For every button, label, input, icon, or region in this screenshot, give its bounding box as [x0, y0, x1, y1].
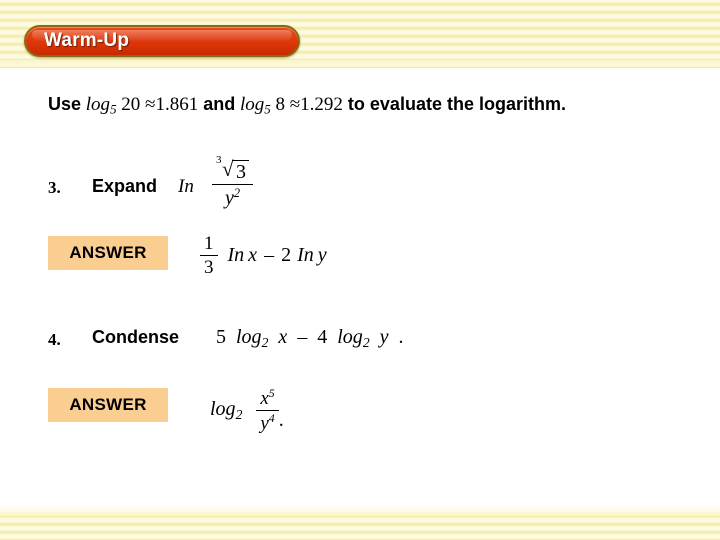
- problem-4-var-2: y: [379, 326, 389, 348]
- top-band-fade: [0, 60, 720, 70]
- problem-4-number: 4.: [48, 330, 61, 349]
- prompt-log-1: log5: [85, 94, 117, 117]
- problem-3-number: 3.: [48, 178, 61, 197]
- radicand: 3: [232, 160, 249, 183]
- slide-canvas: Warm-Up Use log5 20 ≈1.861 and log5 8 ≈1…: [0, 0, 720, 540]
- problem-4-log-2: log2: [337, 326, 370, 350]
- answer-4-numerator: x5: [256, 387, 279, 411]
- prompt-lead: Use: [48, 94, 82, 114]
- prompt-conjunction: and: [203, 94, 236, 114]
- problem-3-denominator: y2: [224, 186, 241, 210]
- warm-up-title-banner: Warm-Up: [24, 25, 300, 57]
- answer-3-minus: –: [264, 244, 275, 267]
- answer-3-coefficient-fraction: 1 3: [200, 234, 218, 278]
- answer-3-term-2-op: In: [297, 244, 314, 267]
- decorative-bottom-stripe-band: [0, 512, 720, 540]
- answer-3-term-1-op: In: [227, 244, 245, 267]
- problem-3-verb: Expand: [92, 176, 158, 196]
- problem-3-operator: In: [178, 176, 194, 197]
- problem-4-var-1: x: [278, 326, 288, 348]
- answer-3-coef-num: 1: [200, 234, 218, 256]
- answer-3-term-1-var: x: [248, 244, 258, 267]
- answer-label-problem-3: ANSWER: [48, 236, 168, 270]
- prompt-paragraph: Use log5 20 ≈1.861 and log5 8 ≈1.292 to …: [48, 92, 648, 122]
- problem-4-period: .: [398, 326, 404, 348]
- answer-4-denominator: y4: [260, 411, 275, 434]
- answer-4-fraction: x5 y4: [256, 387, 279, 434]
- answer-4-period: .: [278, 408, 284, 431]
- problem-4-expression: 5 log2 x – 4 log2 y .: [216, 326, 404, 351]
- prompt-approx-2: ≈1.292: [289, 94, 343, 115]
- answer-3-term-2-var: y: [317, 244, 327, 267]
- prompt-approx-1: ≈1.861: [145, 94, 199, 115]
- answer-expression-problem-4: log2 x5 y4 .: [210, 387, 284, 434]
- problem-3-expression: 3 √ 3 y2: [212, 154, 253, 210]
- prompt-tail: to evaluate the logarithm.: [347, 94, 566, 114]
- problem-4-coefficient-1: 5: [216, 326, 226, 348]
- answer-expression-problem-3: 1 3 In x – 2 In y: [200, 234, 327, 278]
- radical-tick: √: [222, 157, 234, 181]
- problem-4-minus: –: [297, 326, 308, 348]
- prompt-arg-1: 20: [121, 94, 141, 115]
- prompt-arg-2: 8: [275, 94, 285, 115]
- answer-4-log-word: log2: [210, 398, 243, 423]
- answer-label-problem-4: ANSWER: [48, 388, 168, 422]
- problem-4-verb: Condense: [92, 327, 180, 347]
- problem-4-coefficient-2: 4: [317, 326, 328, 348]
- slide-title: Warm-Up: [44, 30, 130, 51]
- problem-4-log-1: log2: [236, 326, 269, 350]
- answer-3-term-2-coefficient: 2: [281, 244, 292, 267]
- cube-root-icon: 3 √ 3: [216, 154, 249, 183]
- problem-3-numerator: 3 √ 3: [212, 154, 253, 185]
- prompt-log-2: log5: [239, 94, 271, 117]
- bottom-band-fade: [0, 504, 720, 516]
- answer-3-coef-den: 3: [204, 256, 214, 278]
- radical-index: 3: [216, 154, 222, 166]
